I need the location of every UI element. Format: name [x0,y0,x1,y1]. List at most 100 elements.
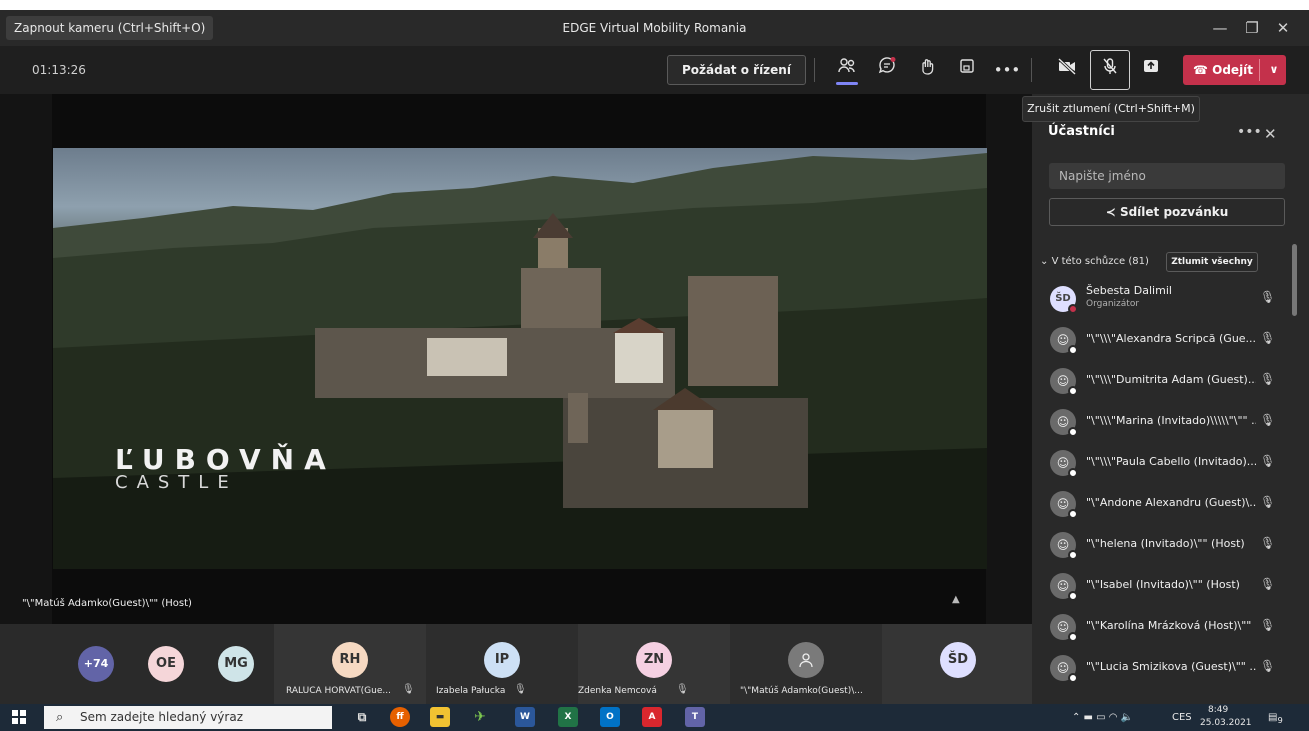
clock-date[interactable]: 25.03.2021 [1200,718,1252,728]
tile-name: Zdenka Nemcová [578,686,657,696]
share-invite-button[interactable]: ≺ Sdílet pozvánku [1049,198,1285,226]
participants-panel: Účastníci ••• ✕ ≺ Sdílet pozvánku ⌄ V té… [1032,94,1309,704]
mic-off-icon: 🎙 [402,684,415,695]
participants-icon[interactable] [833,56,861,84]
mic-off-icon: 🎙 [1260,454,1276,468]
participant-role: Organizátor [1086,299,1140,309]
participant-name: "\"Isabel (Invitado)\"" (Host) [1086,578,1240,591]
speaker-caption: "\"Matúš Adamko(Guest)\"" (Host) [22,598,192,609]
participant-row[interactable]: ☺ "\"\\\"Alexandra Scripcă (Gue... 🎙 [1048,321,1288,362]
more-options-icon[interactable]: ••• [1237,124,1262,140]
participant-gallery: +74 OE MG RH RALUCA HORVAT(Gue... 🎙 IP I… [0,624,1032,704]
participant-name: "\"helena (Invitado)\"" (Host) [1086,537,1245,550]
windows-start-icon[interactable] [12,710,26,724]
meeting-timer: 01:13:26 [32,63,86,77]
participant-name: "\"Lucia Smizikova (Guest)\"" ... [1086,660,1256,673]
mic-off-icon: 🎙 [1260,536,1276,550]
presence-status-icon [1068,550,1078,560]
participant-row[interactable]: ☺ "\"Lucia Smizikova (Guest)\"" ... 🎙 [1048,649,1288,690]
language-indicator[interactable]: CES [1172,704,1192,731]
teams-icon[interactable]: T [685,707,705,727]
toolbar-divider [814,58,815,82]
search-icon: ⌕ [56,710,64,725]
participant-row[interactable]: ☺ "\"\\\"Paula Cabello (Invitado)... 🎙 [1048,444,1288,485]
notification-center-icon[interactable]: ▤9 [1268,704,1283,731]
request-control-button[interactable]: Požádat o řízení [667,55,806,85]
video-tile[interactable]: IP Izabela Pałucka 🎙 [426,624,578,704]
chat-icon[interactable] [873,56,901,84]
taskbar-search-placeholder: Sem zadejte hledaný výraz [80,710,243,724]
mic-off-icon: 🎙 [1260,290,1276,304]
participant-name: "\"Andone Alexandru (Guest)\... [1086,496,1256,509]
presence-status-icon [1068,632,1078,642]
more-actions-icon[interactable]: ••• [993,56,1021,84]
outlook-icon[interactable]: O [600,707,620,727]
phone-hangup-icon: ☎ [1193,63,1208,77]
camera-off-icon[interactable] [1053,56,1081,84]
avatar[interactable]: MG [218,646,254,682]
overflow-count-badge[interactable]: +74 [78,646,114,682]
app-icon[interactable]: ✈ [470,707,490,727]
avatar: ZN [636,642,672,678]
leave-label: Odejít [1212,63,1254,77]
self-video-tile[interactable]: ŠD [882,624,1032,704]
acrobat-icon[interactable]: A [642,707,662,727]
participant-row[interactable]: ☺ "\"helena (Invitado)\"" (Host) 🎙 [1048,526,1288,567]
presence-status-icon [1068,386,1078,396]
participant-row[interactable]: ☺ "\"Andone Alexandru (Guest)\... 🎙 [1048,485,1288,526]
tile-name: Izabela Pałucka [436,686,506,696]
participant-row[interactable]: ☺ "\"\\\"Dumitrita Adam (Guest)... 🎙 [1048,362,1288,403]
mic-off-icon: 🎙 [1260,659,1276,673]
share-screen-icon[interactable] [1137,56,1165,84]
mic-button-focus[interactable] [1090,50,1130,90]
system-tray-icons[interactable]: ⌃ ▬ ▭ ◠ 🔈 [1072,704,1133,731]
excel-icon[interactable]: X [558,707,578,727]
participant-row[interactable]: ☺ "\"Karolína Mrázková (Host)\"" 🎙 [1048,608,1288,649]
mic-off-icon: 🎙 [1260,495,1276,509]
breakout-rooms-icon[interactable] [953,56,981,84]
notification-count: 9 [1277,715,1283,725]
participant-search-input[interactable] [1049,163,1285,189]
section-header[interactable]: ⌄ V této schůzce (81) [1040,256,1149,267]
task-view-icon[interactable]: ⧉ [352,707,372,727]
video-tile[interactable]: RH RALUCA HORVAT(Gue... 🎙 [274,624,426,704]
presence-status-icon [1068,673,1078,683]
scrollbar[interactable] [1292,244,1297,316]
video-tile[interactable]: ZN Zdenka Nemcová 🎙 [578,624,730,704]
mute-all-button[interactable]: Ztlumit všechny [1166,252,1258,272]
meeting-toolbar: 01:13:26 Požádat o řízení ••• ☎ Odejít ∨ [0,46,1309,94]
participant-name: "\"\\\"Dumitrita Adam (Guest)... [1086,373,1256,386]
minimize-icon[interactable]: — [1205,10,1235,46]
watermark-icon: ▲ [952,594,960,605]
mic-off-icon: 🎙 [1260,618,1276,632]
participant-row[interactable]: ☺ "\"Isabel (Invitado)\"" (Host) 🎙 [1048,567,1288,608]
tile-name: RALUCA HORVAT(Gue... [286,686,391,696]
mic-off-icon: 🎙 [1260,577,1276,591]
teams-meeting-window: Zapnout kameru (Ctrl+Shift+O) EDGE Virtu… [0,0,1309,731]
presence-status-icon [1068,345,1078,355]
participant-row[interactable]: ☺ "\"\\\"Marina (Invitado)\\\\\"\"" ... … [1048,403,1288,444]
avatar: ŠD [940,642,976,678]
participant-name: "\"\\\"Marina (Invitado)\\\\\"\"" ... [1086,414,1256,427]
video-tile[interactable]: "\"Matúš Adamko(Guest)\... [730,624,882,704]
firefox-icon[interactable]: ff [390,707,410,727]
mic-off-icon: 🎙 [676,684,689,695]
mic-off-icon: 🎙 [1260,331,1276,345]
leave-button[interactable]: ☎ Odejít ∨ [1183,55,1286,85]
participant-row[interactable]: ŠD Šebesta Dalimil Organizátor 🎙 [1048,280,1288,321]
word-icon[interactable]: W [515,707,535,727]
file-explorer-icon[interactable]: ▬ [430,707,450,727]
maximize-icon[interactable]: ❐ [1237,10,1267,46]
close-icon[interactable]: ✕ [1264,125,1277,143]
leave-split-divider [1259,59,1260,81]
clock-time[interactable]: 8:49 [1208,705,1228,715]
taskbar-search-box[interactable]: ⌕ Sem zadejte hledaný výraz [44,706,332,729]
chevron-down-icon: ⌄ [1040,256,1049,267]
close-window-icon[interactable]: ✕ [1268,10,1298,46]
avatar[interactable]: OE [148,646,184,682]
shared-video: ĽUBOVŇA CASTLE [53,148,987,569]
presence-status-icon [1068,509,1078,519]
reactions-hand-icon[interactable] [913,56,941,84]
mic-off-icon[interactable] [1096,56,1124,84]
chevron-down-icon[interactable]: ∨ [1265,55,1283,85]
